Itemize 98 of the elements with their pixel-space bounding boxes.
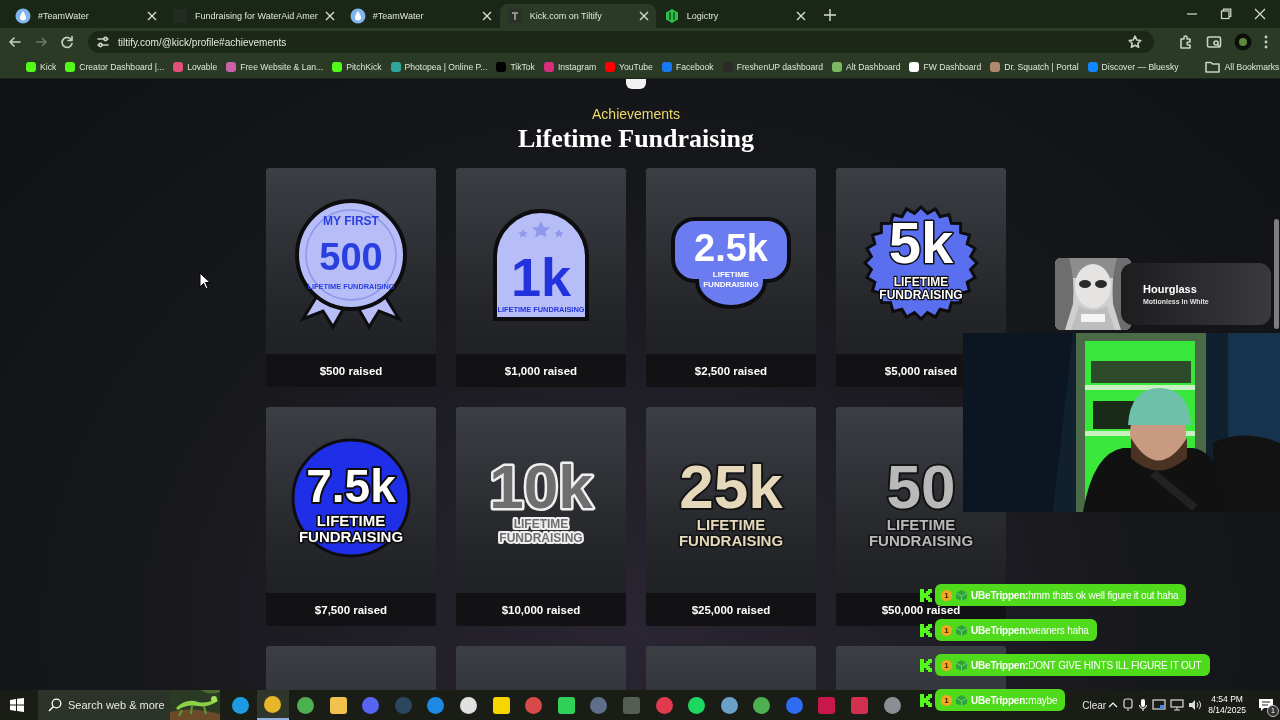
menu-icon[interactable] — [1264, 35, 1268, 49]
bookmark[interactable]: YouTube — [605, 62, 653, 72]
bookmark[interactable]: PitchKick — [332, 62, 382, 72]
bookmark[interactable]: FreshenUP dashboard — [722, 62, 823, 72]
badge-number: 2.5k — [694, 227, 768, 269]
cube-icon — [956, 589, 967, 601]
bookmark[interactable]: Free Website & Lan... — [226, 62, 324, 72]
avatar-icon[interactable] — [1234, 33, 1252, 51]
close-icon[interactable] — [1254, 8, 1266, 20]
bookmark[interactable]: Creator Dashboard |... — [65, 62, 165, 72]
amount-label: $500 raised — [266, 354, 436, 387]
bookmark[interactable]: Discover — Bluesky — [1087, 62, 1179, 72]
bookmark[interactable]: Dr. Squatch | Portal — [990, 62, 1079, 72]
browser-tab[interactable]: Logictry — [656, 4, 813, 28]
browser-tab[interactable]: Kick.com on Tiltify — [499, 4, 656, 28]
close-icon[interactable] — [481, 11, 492, 21]
kick-logo-icon — [920, 588, 932, 602]
badge-caption: FUNDRAISING — [678, 532, 784, 549]
site-info-icon[interactable] — [96, 35, 110, 49]
scrollbar-thumb[interactable] — [1274, 219, 1279, 329]
screen-icon[interactable] — [1152, 699, 1167, 711]
badge-number: 500 — [319, 236, 383, 278]
badge-icon: 1 — [941, 624, 952, 636]
network-icon[interactable] — [1170, 699, 1185, 711]
amount-label: $7,500 raised — [266, 593, 436, 626]
amount-label: $2,500 raised — [646, 354, 816, 387]
cursor-icon — [199, 272, 211, 290]
bookmark[interactable]: Instagram — [543, 62, 597, 72]
bookmark[interactable]: Photopea | Online P... — [390, 62, 488, 72]
kick-logo-icon — [920, 693, 932, 707]
section-label: Achievements — [592, 105, 680, 123]
kick-logo-icon — [920, 658, 932, 672]
favicon-icon — [506, 8, 523, 24]
reload-icon[interactable] — [60, 35, 74, 49]
search-tab-icon[interactable] — [1206, 34, 1222, 50]
bookmark[interactable]: All Bookmarks — [1205, 61, 1280, 73]
badge-caption: FUNDRAISING — [868, 532, 974, 549]
bookmark[interactable]: Lovable — [173, 62, 218, 72]
restore-icon[interactable] — [1220, 8, 1232, 20]
badge-icon: 1 — [941, 589, 952, 601]
badge-caption: LIFETIME — [712, 270, 750, 279]
chat-message: UBeTrippen:weaners haha — [971, 624, 1089, 636]
cube-icon — [956, 624, 967, 636]
bookmark[interactable]: Kick — [26, 62, 57, 72]
back-icon[interactable] — [8, 35, 22, 49]
folder-icon — [1205, 61, 1221, 73]
page-title: Lifetime Fundraising — [517, 123, 755, 155]
badge-heading: MY FIRST — [323, 214, 379, 228]
close-icon[interactable] — [324, 11, 335, 21]
water-drop-icon — [15, 8, 31, 24]
forward-icon[interactable] — [34, 35, 48, 49]
clear-label[interactable]: Clear — [1082, 699, 1107, 711]
badge-caption: LIFETIME — [316, 512, 386, 529]
cube-icon — [956, 659, 967, 671]
amount-label: $25,000 raised — [646, 593, 816, 626]
new-tab-icon[interactable] — [823, 9, 836, 21]
browser-tab[interactable]: #TeamWater — [8, 4, 164, 28]
badge-icon: 1 — [941, 659, 952, 671]
close-icon[interactable] — [638, 11, 649, 21]
badge-caption: LIFETIME — [893, 275, 949, 289]
bookmark[interactable]: Facebook — [661, 62, 714, 72]
message-icon — [1258, 698, 1274, 712]
hexagon-icon — [663, 8, 680, 24]
address-bar[interactable]: tiltify.com/@kick/profile#achievements — [88, 31, 1154, 53]
puzzle-icon[interactable] — [1178, 34, 1194, 50]
amount-label: $1,000 raised — [456, 354, 626, 387]
cube-icon — [956, 694, 967, 706]
microphone-icon[interactable] — [1138, 698, 1149, 712]
speaker-icon[interactable] — [1188, 699, 1203, 711]
close-icon[interactable] — [795, 11, 806, 21]
browser-tab[interactable]: #TeamWater — [342, 4, 499, 28]
clock[interactable]: 4:54 PM 8/14/2025 — [1208, 694, 1246, 716]
logo-icon — [626, 79, 646, 89]
song-title: Hourglass — [1143, 283, 1198, 295]
chat-message: UBeTrippen:maybe — [971, 694, 1058, 706]
bookmark[interactable]: Alt Dashboard — [831, 62, 901, 72]
close-icon[interactable] — [147, 11, 157, 21]
badge-caption: LIFETIME — [513, 517, 569, 531]
browser-tab[interactable]: Fundraising for WaterAid Amer — [165, 4, 342, 28]
amount-label: $10,000 raised — [456, 593, 626, 626]
badge-number: 7.5k — [306, 460, 396, 512]
search-icon — [48, 698, 62, 712]
taskbar-app[interactable] — [256, 690, 290, 720]
chevron-up-icon[interactable] — [1108, 702, 1119, 708]
windows-start-icon[interactable] — [10, 698, 24, 712]
camera-icon[interactable] — [1122, 698, 1135, 712]
chat-message: UBeTrippen:DONT GIVE HINTS ILL FIGURE IT OUT — [971, 659, 1202, 671]
badge-number: 1k — [510, 247, 572, 307]
search-field[interactable]: Search web & more — [38, 690, 170, 720]
badge-caption: FUNDRAISING — [703, 280, 759, 289]
bookmark[interactable]: FW Dashboard — [909, 62, 982, 72]
bookmark[interactable]: TikTok — [496, 62, 535, 72]
badge-number: 5k — [888, 210, 954, 275]
water-drop-icon — [349, 8, 366, 24]
badge-icon: 1 — [941, 694, 952, 706]
badge-caption: FUNDRAISING — [499, 531, 583, 545]
kick-logo-icon — [920, 623, 932, 637]
star-icon[interactable] — [1128, 35, 1142, 49]
